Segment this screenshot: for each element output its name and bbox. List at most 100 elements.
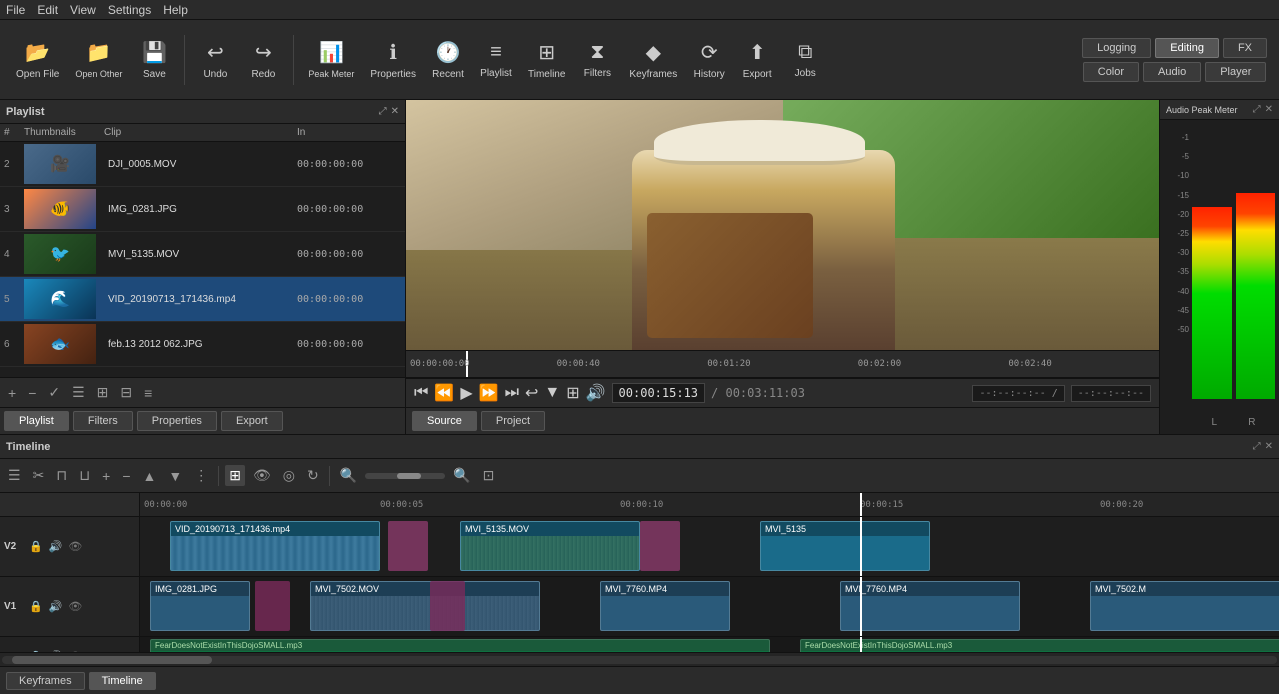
- tl-down-icon[interactable]: ▼: [164, 466, 186, 486]
- tl-copy-icon[interactable]: ⊓: [52, 465, 71, 486]
- clip-v1-transition2[interactable]: [430, 581, 465, 631]
- clip-v2-3[interactable]: MVI_5135: [760, 521, 930, 571]
- tl-fit-icon[interactable]: ⊡: [479, 465, 499, 486]
- playlist-button[interactable]: ≡ Playlist: [472, 24, 520, 96]
- open-file-button[interactable]: 📂 Open File: [8, 24, 67, 96]
- keyframes-button[interactable]: ◆ Keyframes: [621, 24, 685, 96]
- recent-button[interactable]: 🕐 Recent: [424, 24, 472, 96]
- mode-editing-button[interactable]: Editing: [1155, 38, 1219, 58]
- mode-fx-button[interactable]: FX: [1223, 38, 1267, 58]
- playlist-row-selected[interactable]: 5 🌊 VID_20190713_171436.mp4 00:00:00:00: [0, 277, 405, 322]
- menu-edit[interactable]: Edit: [37, 3, 58, 17]
- v2-lock-icon[interactable]: 🔒: [28, 539, 44, 554]
- clip-v1-transition[interactable]: [255, 581, 290, 631]
- jobs-button[interactable]: ⧉ Jobs: [781, 24, 829, 96]
- transport-next-frame-icon[interactable]: ⏩: [479, 383, 499, 403]
- mode-logging-button[interactable]: Logging: [1082, 38, 1151, 58]
- transport-skip-end-icon[interactable]: ⏭: [505, 384, 519, 402]
- timeline-scroll-thumb[interactable]: [12, 656, 212, 664]
- track-area[interactable]: 00:00:00 00:00:05 00:00:10 00:00:15 00:0…: [140, 493, 1279, 652]
- transport-prev-frame-icon[interactable]: ⏪: [434, 383, 454, 403]
- playlist-check-icon[interactable]: ✓: [44, 382, 64, 403]
- playlist-row[interactable]: 4 🐦 MVI_5135.MOV 00:00:00:00: [0, 232, 405, 277]
- clip-v1-4[interactable]: MVI_7760.MP4: [840, 581, 1020, 631]
- timeline-expand-icon[interactable]: ⤢: [1253, 441, 1261, 452]
- transport-loop-icon[interactable]: ↩: [525, 383, 538, 403]
- peak-meter-button[interactable]: 📊 Peak Meter: [300, 24, 362, 96]
- timeline-button[interactable]: ⊞ Timeline: [520, 24, 573, 96]
- playlist-expand-icon[interactable]: ⤢: [379, 106, 387, 117]
- clip-a1-1[interactable]: FearDoesNotExistInThisDojoSMALL.mp3: [150, 639, 770, 652]
- tl-snap-icon[interactable]: ⊞: [225, 465, 245, 486]
- clip-v1-3[interactable]: MVI_7760.MP4: [600, 581, 730, 631]
- tab-properties[interactable]: Properties: [137, 411, 217, 431]
- tl-zoom-out-icon[interactable]: 🔍: [336, 465, 361, 486]
- tab-source[interactable]: Source: [412, 411, 477, 431]
- playlist-remove-icon[interactable]: −: [24, 383, 40, 403]
- playlist-row[interactable]: 3 🐠 IMG_0281.JPG 00:00:00:00: [0, 187, 405, 232]
- clip-v2-1[interactable]: VID_20190713_171436.mp4: [170, 521, 380, 571]
- filters-button[interactable]: ⧗ Filters: [573, 24, 621, 96]
- tab-export[interactable]: Export: [221, 411, 283, 431]
- open-other-button[interactable]: 📁 Open Other: [67, 24, 130, 96]
- save-button[interactable]: 💾 Save: [130, 24, 178, 96]
- menu-help[interactable]: Help: [163, 3, 188, 17]
- v1-mute-icon[interactable]: 🔊: [48, 599, 64, 614]
- playlist-detail-icon[interactable]: ⊟: [116, 382, 136, 403]
- v1-eye-icon[interactable]: 👁: [67, 599, 83, 614]
- tab-timeline[interactable]: Timeline: [89, 672, 156, 690]
- tab-playlist[interactable]: Playlist: [4, 411, 69, 431]
- tab-project[interactable]: Project: [481, 411, 545, 431]
- v1-lock-icon[interactable]: 🔒: [28, 599, 44, 614]
- tl-zoom-slider[interactable]: [365, 473, 445, 479]
- playlist-info-icon[interactable]: ≡: [140, 383, 156, 403]
- menu-settings[interactable]: Settings: [108, 3, 151, 17]
- tl-center-icon[interactable]: ◎: [279, 465, 299, 486]
- tl-menu-icon[interactable]: ☰: [4, 465, 25, 486]
- export-button[interactable]: ⬆ Export: [733, 24, 781, 96]
- mode-player-button[interactable]: Player: [1205, 62, 1266, 82]
- timecode-current[interactable]: 00:00:15:13: [612, 383, 705, 403]
- clip-v1-1[interactable]: IMG_0281.JPG: [150, 581, 250, 631]
- clip-v2-transition[interactable]: [388, 521, 428, 571]
- tl-razor-icon[interactable]: ✂: [29, 465, 49, 486]
- transport-skip-start-icon[interactable]: ⏮: [414, 384, 428, 402]
- menu-view[interactable]: View: [70, 3, 96, 17]
- menu-file[interactable]: File: [6, 3, 25, 17]
- tl-add-track-icon[interactable]: +: [98, 466, 114, 486]
- apm-close-icon[interactable]: ✕: [1265, 104, 1273, 115]
- properties-button[interactable]: ℹ Properties: [362, 24, 424, 96]
- tab-keyframes[interactable]: Keyframes: [6, 672, 85, 690]
- transport-play-icon[interactable]: ▶: [460, 383, 472, 403]
- undo-button[interactable]: ↩ Undo: [191, 24, 239, 96]
- clip-v1-5[interactable]: MVI_7502.M: [1090, 581, 1279, 631]
- playlist-row[interactable]: 6 🐟 feb.13 2012 062.JPG 00:00:00:00: [0, 322, 405, 367]
- tl-up-icon[interactable]: ▲: [139, 466, 161, 486]
- out-point[interactable]: --:--:--:--: [1071, 385, 1151, 402]
- playlist-add-icon[interactable]: +: [4, 383, 20, 403]
- playlist-list-icon[interactable]: ☰: [68, 382, 89, 403]
- timeline-close-icon[interactable]: ✕: [1265, 441, 1273, 452]
- transport-grid-icon[interactable]: ⊞: [566, 383, 579, 403]
- clip-v2-transition2[interactable]: [640, 521, 680, 571]
- timeline-scroll-track[interactable]: [2, 656, 1277, 664]
- clip-v1-2[interactable]: MVI_7502.MOV: [310, 581, 540, 631]
- apm-expand-icon[interactable]: ⤢: [1253, 104, 1261, 115]
- clip-v2-2[interactable]: MVI_5135.MOV: [460, 521, 640, 571]
- v2-eye-icon[interactable]: 👁: [67, 539, 83, 554]
- mode-color-button[interactable]: Color: [1083, 62, 1139, 82]
- tl-loop-icon[interactable]: ↻: [303, 465, 323, 486]
- clip-a1-2[interactable]: FearDoesNotExistInThisDojoSMALL.mp3: [800, 639, 1279, 652]
- playlist-grid-icon[interactable]: ⊞: [93, 382, 113, 403]
- in-point[interactable]: --:--:--:-- /: [972, 385, 1064, 402]
- tl-split-icon[interactable]: ⋮: [190, 465, 212, 486]
- tl-remove-track-icon[interactable]: −: [118, 466, 134, 486]
- tab-filters[interactable]: Filters: [73, 411, 133, 431]
- history-button[interactable]: ⟳ History: [685, 24, 733, 96]
- v2-mute-icon[interactable]: 🔊: [48, 539, 64, 554]
- tl-ripple-icon[interactable]: 👁: [249, 465, 275, 486]
- redo-button[interactable]: ↪ Redo: [239, 24, 287, 96]
- tl-paste-icon[interactable]: ⊔: [75, 465, 94, 486]
- transport-volume-icon[interactable]: 🔊: [586, 383, 606, 403]
- mode-audio-button[interactable]: Audio: [1143, 62, 1201, 82]
